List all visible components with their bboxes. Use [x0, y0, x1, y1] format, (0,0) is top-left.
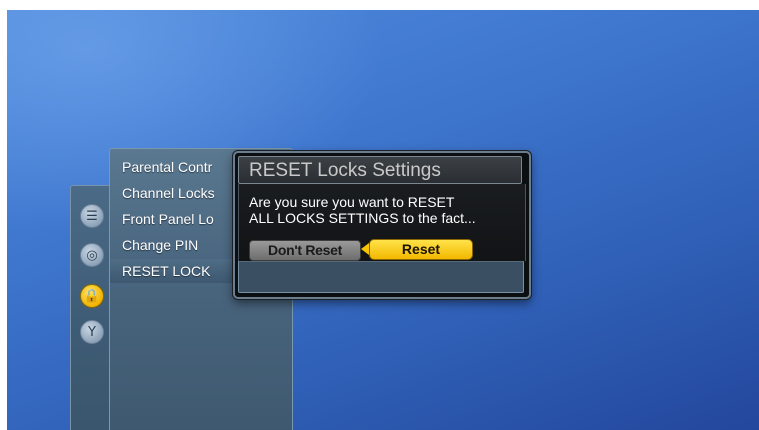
dialog-message-line-2: ALL LOCKS SETTINGS to the fact... — [249, 210, 476, 226]
tv-screen: ☰ ◎ 🔒 Y Parental Contr Channel Locks Fro… — [7, 10, 759, 430]
dialog-body: Are you sure you want to RESET ALL LOCKS… — [238, 184, 526, 261]
reset-button-group[interactable]: Reset — [361, 239, 473, 260]
dialog-title: RESET Locks Settings — [238, 156, 522, 184]
dialog-message-line-1: Are you sure you want to RESET — [249, 194, 455, 210]
settings-sliders-icon[interactable]: ☰ — [80, 204, 104, 228]
category-icon-rail: ☰ ◎ 🔒 Y — [70, 185, 113, 430]
menu-item-channel-locks[interactable]: Channel Locks — [122, 185, 215, 201]
antenna-icon[interactable]: Y — [80, 320, 104, 344]
focus-arrow-icon — [361, 243, 369, 255]
menu-item-front-panel-lock[interactable]: Front Panel Lo — [122, 211, 214, 227]
dont-reset-button[interactable]: Don't Reset — [249, 240, 361, 261]
dialog-footer — [238, 261, 524, 293]
signal-broadcast-icon[interactable]: ◎ — [80, 243, 104, 267]
reset-confirm-dialog: RESET Locks Settings Are you sure you wa… — [233, 151, 531, 299]
lock-icon[interactable]: 🔒 — [80, 284, 104, 308]
menu-item-change-pin[interactable]: Change PIN — [122, 237, 198, 253]
menu-item-parental-controls[interactable]: Parental Contr — [122, 159, 212, 175]
reset-button[interactable]: Reset — [369, 239, 473, 260]
